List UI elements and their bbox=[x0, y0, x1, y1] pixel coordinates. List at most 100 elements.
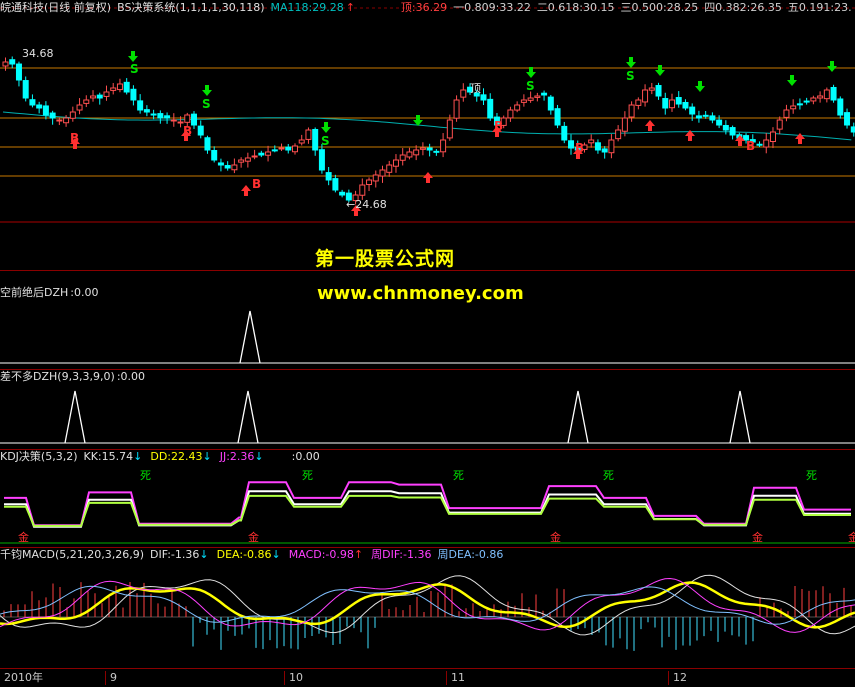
chabuduo-panel[interactable]: 差不多DZH(9,3,3,9,0):0.00 bbox=[0, 369, 855, 449]
candle-body bbox=[446, 119, 453, 139]
sell-arrow-icon bbox=[526, 67, 536, 78]
candle-body bbox=[312, 128, 319, 151]
kline-panel[interactable]: BBBBBBSSSSS 皖通科技(日线 前复权) BS决策系统(1,1,1,1,3… bbox=[0, 0, 855, 270]
candle-body bbox=[298, 139, 305, 144]
candle-body bbox=[29, 99, 36, 106]
candle-body bbox=[96, 94, 103, 99]
buy-signal-letter: B bbox=[575, 141, 584, 155]
macd-label[interactable]: 千钧MACD(5,21,20,3,26,9) bbox=[0, 548, 144, 561]
up-arrow-icon: ↑ bbox=[353, 548, 364, 561]
weekly-dif-value: 周DIF:-1.36 bbox=[371, 548, 432, 561]
candle-body bbox=[433, 150, 440, 153]
candle-body bbox=[116, 83, 123, 91]
candle-body bbox=[440, 139, 447, 153]
candle-body bbox=[379, 169, 386, 177]
chabuduo-label[interactable]: 差不多DZH(9,3,3,9,0) bbox=[0, 370, 115, 383]
candle-body bbox=[291, 145, 298, 153]
candle-body bbox=[756, 143, 763, 146]
candle-body bbox=[776, 119, 783, 130]
kk-value: KK:15.74 bbox=[83, 450, 134, 463]
candle-body bbox=[22, 80, 29, 99]
dead-cross-label: 死 bbox=[140, 469, 151, 482]
kline-chart: B BBBB BSSSSS bbox=[0, 7, 855, 223]
kline-header: 皖通科技(日线 前复权) BS决策系统(1,1,1,1,30,118) MA118:… bbox=[0, 0, 855, 16]
candle-body bbox=[635, 99, 642, 106]
spike-signal bbox=[64, 390, 86, 444]
candle-body bbox=[42, 105, 49, 116]
macd-chart bbox=[0, 574, 855, 651]
kdj-panel[interactable]: 死死死死死金金金金金 KDJ决策(5,3,2) KK:15.74↓ DD:22.43… bbox=[0, 449, 855, 547]
axis-label-sep: 9 bbox=[105, 671, 117, 685]
dif-value: DIF:-1.36 bbox=[150, 548, 200, 561]
buy-arrow-icon bbox=[241, 185, 251, 196]
candle-body bbox=[695, 115, 702, 119]
candle-body bbox=[487, 98, 494, 119]
indicator-name[interactable]: BS决策系统(1,1,1,1,30,118) bbox=[117, 1, 264, 14]
candle-body bbox=[554, 108, 561, 126]
down-arrow-icon: ↓ bbox=[254, 450, 264, 463]
dead-cross-label: 死 bbox=[806, 469, 817, 482]
candle-body bbox=[9, 59, 16, 65]
sell-arrow-icon bbox=[827, 61, 837, 72]
candle-body bbox=[332, 178, 339, 191]
candle-body bbox=[668, 99, 675, 109]
candle-body bbox=[850, 126, 855, 133]
candle-body bbox=[49, 112, 56, 119]
candle-body bbox=[130, 88, 137, 101]
candle-body bbox=[729, 127, 736, 136]
kdj-label[interactable]: KDJ决策(5,3,2) bbox=[0, 450, 78, 463]
candle-body bbox=[36, 104, 43, 109]
candle-body bbox=[63, 117, 70, 124]
jj-value: JJ:2.36 bbox=[219, 450, 255, 463]
candle-body bbox=[366, 179, 373, 186]
candle-body bbox=[830, 86, 837, 101]
candle-body bbox=[157, 113, 164, 119]
candle-body bbox=[143, 109, 150, 113]
axis-label-2010: 2010年 bbox=[4, 671, 43, 684]
kongqian-panel[interactable]: 空前绝后DZH:0.00 bbox=[0, 285, 855, 369]
chabuduo-value: :0.00 bbox=[116, 370, 146, 383]
candle-body bbox=[722, 125, 729, 131]
candle-body bbox=[460, 89, 467, 98]
candle-body bbox=[642, 89, 649, 103]
spike-signal bbox=[729, 390, 751, 444]
dd-value: DD:22.43 bbox=[150, 450, 203, 463]
weekly-dea-line bbox=[0, 585, 855, 625]
macd-header: 千钧MACD(5,21,20,3,26,9) DIF:-1.36↓ DEA:-0.8… bbox=[0, 547, 509, 563]
fib-level-4: 四0.382:26.35 bbox=[704, 1, 782, 14]
gold-cross-label: 金 bbox=[550, 530, 561, 544]
candle-body bbox=[372, 174, 379, 182]
macd-panel[interactable]: 千钧MACD(5,21,20,3,26,9) DIF:-1.36↓ DEA:-0.8… bbox=[0, 547, 855, 668]
buy-signal-letter: B bbox=[252, 177, 261, 191]
buy-signal-letter: B bbox=[183, 124, 192, 138]
candle-body bbox=[453, 99, 460, 119]
stock-title[interactable]: 皖通科技(日线 前复权) bbox=[0, 1, 111, 14]
gold-cross-label: 金 bbox=[848, 530, 855, 544]
candle-body bbox=[184, 114, 191, 123]
candle-body bbox=[541, 92, 548, 96]
date-axis: 2010年 9 10 11 12 bbox=[0, 668, 855, 687]
candle-body bbox=[238, 159, 245, 163]
ding-value: 顶:36.29 bbox=[400, 1, 448, 14]
dead-cross-label: 死 bbox=[603, 469, 614, 482]
buy-signal-letter: B bbox=[494, 119, 503, 133]
candle-body bbox=[150, 113, 157, 116]
buy-arrow-icon bbox=[423, 172, 433, 183]
kdj-extra-value: :0.00 bbox=[291, 450, 320, 463]
gold-cross-label: 金 bbox=[18, 530, 29, 544]
macd-value: MACD:-0.98 bbox=[288, 548, 354, 561]
candle-body bbox=[783, 109, 790, 118]
candle-body bbox=[480, 94, 487, 101]
fib-level-2: 二0.618:30.15 bbox=[536, 1, 615, 14]
axis-label-nov: 11 bbox=[446, 671, 465, 685]
candle-body bbox=[520, 99, 527, 103]
candle-body bbox=[615, 129, 622, 140]
candle-body bbox=[271, 149, 278, 152]
kongqian-label[interactable]: 空前绝后DZH bbox=[0, 286, 68, 299]
candle-body bbox=[568, 140, 575, 149]
low-price-value: 24.68 bbox=[355, 198, 387, 211]
candle-body bbox=[534, 95, 541, 98]
candle-body bbox=[594, 142, 601, 151]
sell-arrow-icon bbox=[128, 51, 138, 62]
candle-body bbox=[426, 147, 433, 151]
